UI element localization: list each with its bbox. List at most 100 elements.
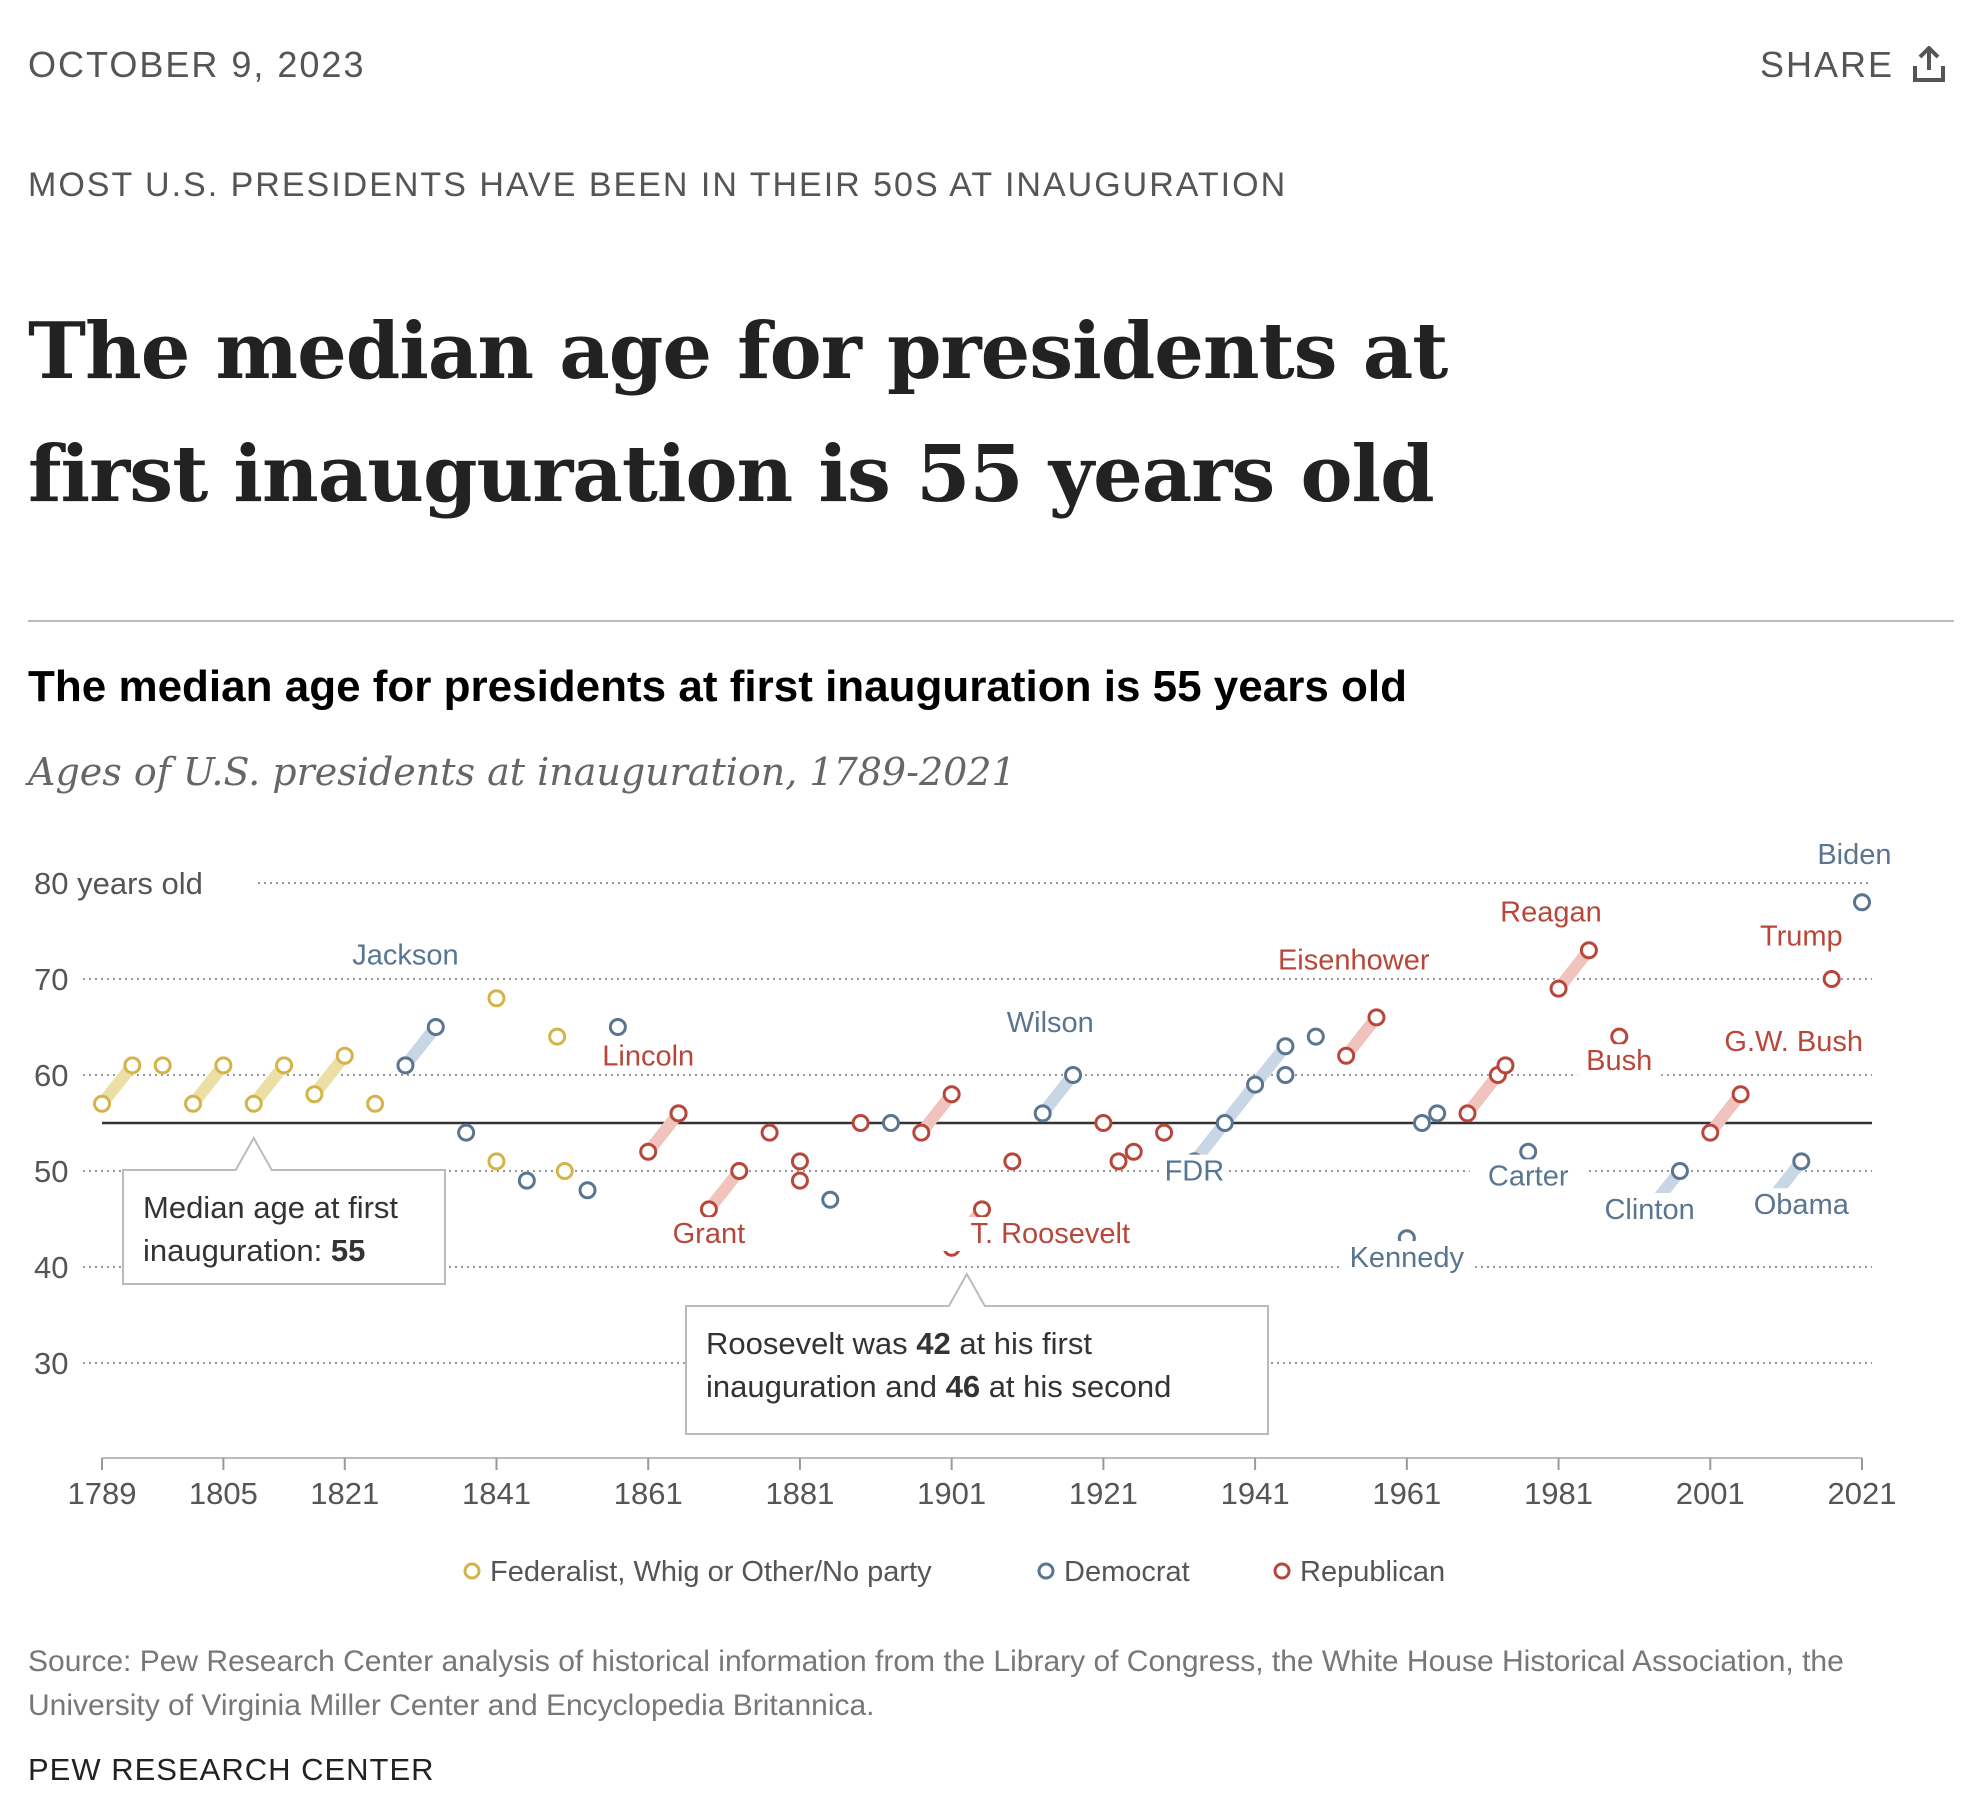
data-point bbox=[760, 1123, 779, 1142]
callout-span: inauguration: bbox=[143, 1233, 331, 1268]
data-point bbox=[123, 1056, 142, 1075]
legend-swatch bbox=[1273, 1562, 1291, 1580]
callout-span: Median age at first bbox=[143, 1190, 398, 1225]
data-point bbox=[555, 1162, 574, 1180]
data-point bbox=[1428, 1104, 1447, 1123]
x-tick-label: 1901 bbox=[917, 1476, 986, 1511]
x-tick-label: 1821 bbox=[310, 1476, 379, 1511]
point-label: Trump bbox=[1760, 920, 1843, 952]
data-point bbox=[548, 1027, 567, 1046]
data-point bbox=[457, 1123, 476, 1142]
legend-label: Federalist, Whig or Other/No party bbox=[490, 1556, 932, 1588]
legend-item: Democrat bbox=[1037, 1556, 1190, 1588]
callout-span: at his second bbox=[980, 1369, 1171, 1404]
data-point bbox=[1670, 1162, 1689, 1180]
callout-text: inauguration and 46 at his second bbox=[706, 1369, 1171, 1404]
point-label: Obama bbox=[1754, 1189, 1850, 1221]
data-point bbox=[426, 1018, 445, 1036]
source-note: Source: Pew Research Center analysis of … bbox=[28, 1645, 1844, 1722]
data-point bbox=[1701, 1123, 1720, 1142]
point-label: FDR bbox=[1165, 1156, 1225, 1188]
data-point bbox=[184, 1094, 203, 1113]
data-point bbox=[699, 1200, 718, 1219]
callout-span: Roosevelt was bbox=[706, 1326, 916, 1361]
data-point bbox=[1033, 1104, 1052, 1123]
x-tick-label: 2021 bbox=[1828, 1476, 1897, 1511]
data-point bbox=[214, 1056, 233, 1075]
data-point bbox=[1094, 1114, 1113, 1132]
y-tick-label: 60 bbox=[34, 1058, 68, 1093]
data-point bbox=[93, 1094, 111, 1113]
callout-span: 55 bbox=[331, 1233, 365, 1268]
point-label: Clinton bbox=[1604, 1194, 1694, 1226]
data-point bbox=[1276, 1037, 1295, 1056]
data-point bbox=[244, 1094, 263, 1113]
x-tick-label: 1961 bbox=[1372, 1476, 1441, 1511]
data-point bbox=[487, 989, 506, 1008]
data-point bbox=[1367, 1008, 1386, 1027]
data-point bbox=[1109, 1152, 1128, 1171]
y-tick-label: 80 years old bbox=[34, 866, 203, 901]
point-label: Bush bbox=[1586, 1045, 1652, 1077]
data-point bbox=[517, 1171, 536, 1190]
data-point bbox=[1579, 941, 1598, 960]
data-point bbox=[1337, 1046, 1356, 1065]
legend-label: Democrat bbox=[1064, 1556, 1190, 1588]
data-point bbox=[669, 1104, 688, 1123]
point-label: Grant bbox=[673, 1218, 746, 1250]
point-label: Lincoln bbox=[602, 1040, 694, 1072]
data-point bbox=[881, 1114, 900, 1132]
data-point bbox=[153, 1056, 172, 1075]
data-point bbox=[1276, 1066, 1295, 1084]
data-point bbox=[335, 1046, 354, 1065]
point-label: Carter bbox=[1488, 1160, 1569, 1192]
data-point bbox=[305, 1085, 324, 1104]
data-point bbox=[973, 1200, 991, 1219]
x-tick-label: 1981 bbox=[1524, 1476, 1593, 1511]
data-point bbox=[851, 1114, 870, 1132]
point-label: Wilson bbox=[1007, 1007, 1094, 1039]
point-label: T. Roosevelt bbox=[970, 1218, 1130, 1250]
data-point bbox=[366, 1094, 385, 1113]
data-point bbox=[1413, 1114, 1431, 1132]
data-point bbox=[912, 1123, 931, 1142]
x-tick-label: 1941 bbox=[1221, 1476, 1290, 1511]
callout-text: Roosevelt was 42 at his first bbox=[706, 1326, 1092, 1361]
x-tick-label: 2001 bbox=[1676, 1476, 1745, 1511]
point-label: Eisenhower bbox=[1278, 944, 1430, 976]
point-label: Biden bbox=[1817, 839, 1891, 871]
scatter-chart: 30 40 50 60 70 80 years old 1789 1805 1821 1841 18… bbox=[34, 837, 1905, 1588]
data-point bbox=[275, 1056, 294, 1075]
data-point bbox=[1853, 893, 1871, 912]
legend-item: Federalist, Whig or Other/No party bbox=[463, 1556, 932, 1588]
data-point bbox=[942, 1085, 961, 1104]
callout-span: at his first bbox=[951, 1326, 1093, 1361]
x-tick-label: 1861 bbox=[614, 1476, 683, 1511]
legend-item: Republican bbox=[1273, 1556, 1445, 1588]
y-tick-label: 50 bbox=[34, 1154, 68, 1189]
data-point bbox=[1458, 1104, 1477, 1123]
data-point bbox=[790, 1171, 809, 1190]
data-point bbox=[1064, 1066, 1083, 1084]
legend-swatch bbox=[463, 1562, 481, 1580]
data-point bbox=[396, 1056, 415, 1075]
y-tick-label: 30 bbox=[34, 1346, 68, 1381]
y-tick-label: 70 bbox=[34, 962, 68, 997]
data-point bbox=[1124, 1142, 1143, 1161]
data-point bbox=[608, 1018, 627, 1036]
median-callout: Median age at first inauguration: 55 bbox=[122, 1135, 446, 1285]
data-point bbox=[1306, 1027, 1325, 1046]
point-label: Reagan bbox=[1500, 896, 1602, 928]
callout-span: 46 bbox=[946, 1369, 980, 1404]
data-point bbox=[1792, 1152, 1811, 1171]
data-point bbox=[1003, 1152, 1022, 1171]
data-point bbox=[1519, 1142, 1538, 1161]
data-point bbox=[821, 1190, 840, 1209]
y-tick-label: 40 bbox=[34, 1250, 68, 1285]
point-label: Jackson bbox=[352, 940, 458, 972]
data-point bbox=[578, 1181, 597, 1200]
callout-span: inauguration and bbox=[706, 1369, 946, 1404]
data-point bbox=[1215, 1114, 1234, 1132]
data-point bbox=[1731, 1085, 1750, 1104]
point-label: Kennedy bbox=[1350, 1242, 1465, 1274]
